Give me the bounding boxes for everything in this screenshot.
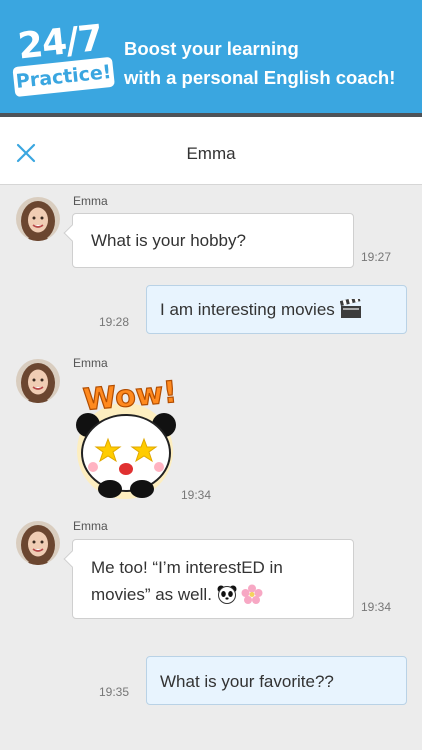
message-bubble[interactable]: I am interesting movies [146,285,407,334]
banner-tagline: Boost your learning with a personal Engl… [124,34,395,92]
tagline-line-2: with a personal English coach! [124,67,396,88]
message-time: 19:34 [361,600,392,614]
message-text: I am interesting movies [160,300,335,319]
message-list[interactable]: Emma What is your hobby? 19:27 19:28 I a… [0,185,422,750]
cherry-blossom-emoji [241,584,263,612]
message-text-line-1: Me too! “I’m interestED in [91,558,283,577]
message-text: What is your hobby? [91,231,246,250]
sender-name: Emma [73,519,108,533]
avatar[interactable] [16,197,60,241]
message-text: What is your favorite?? [160,672,334,691]
avatar[interactable] [16,521,60,565]
bubble-tail [63,224,81,242]
message-bubble[interactable]: What is your hobby? [63,213,354,268]
bubble-tail [63,550,81,568]
message-bubble[interactable]: Me too! “I’m interestED in movies” as we… [63,539,354,619]
panda-emoji [217,584,237,612]
message-time: 19:34 [181,488,212,502]
message-bubble[interactable]: What is your favorite?? [146,656,407,705]
message-time: 19:28 [99,315,130,329]
sender-name: Emma [73,356,108,370]
clapperboard-emoji [339,296,362,327]
sender-name: Emma [73,194,108,208]
sticker-wow-text: Wow! [82,375,179,418]
message-text-line-2: movies” as well. [91,581,353,612]
chat-header: Emma [0,117,422,185]
message-text-line-2-text: movies” as well. [91,585,212,604]
practice-badge: 24/7 Practice! [8,18,115,103]
panda-wow-sticker[interactable]: Wow! [68,373,188,501]
tagline-line-1: Boost your learning [124,38,299,59]
message-time: 19:35 [99,685,130,699]
message-time: 19:27 [361,250,392,264]
avatar[interactable] [16,359,60,403]
chat-title: Emma [186,144,236,163]
promo-banner: 24/7 Practice! Boost your learning with … [0,0,422,113]
